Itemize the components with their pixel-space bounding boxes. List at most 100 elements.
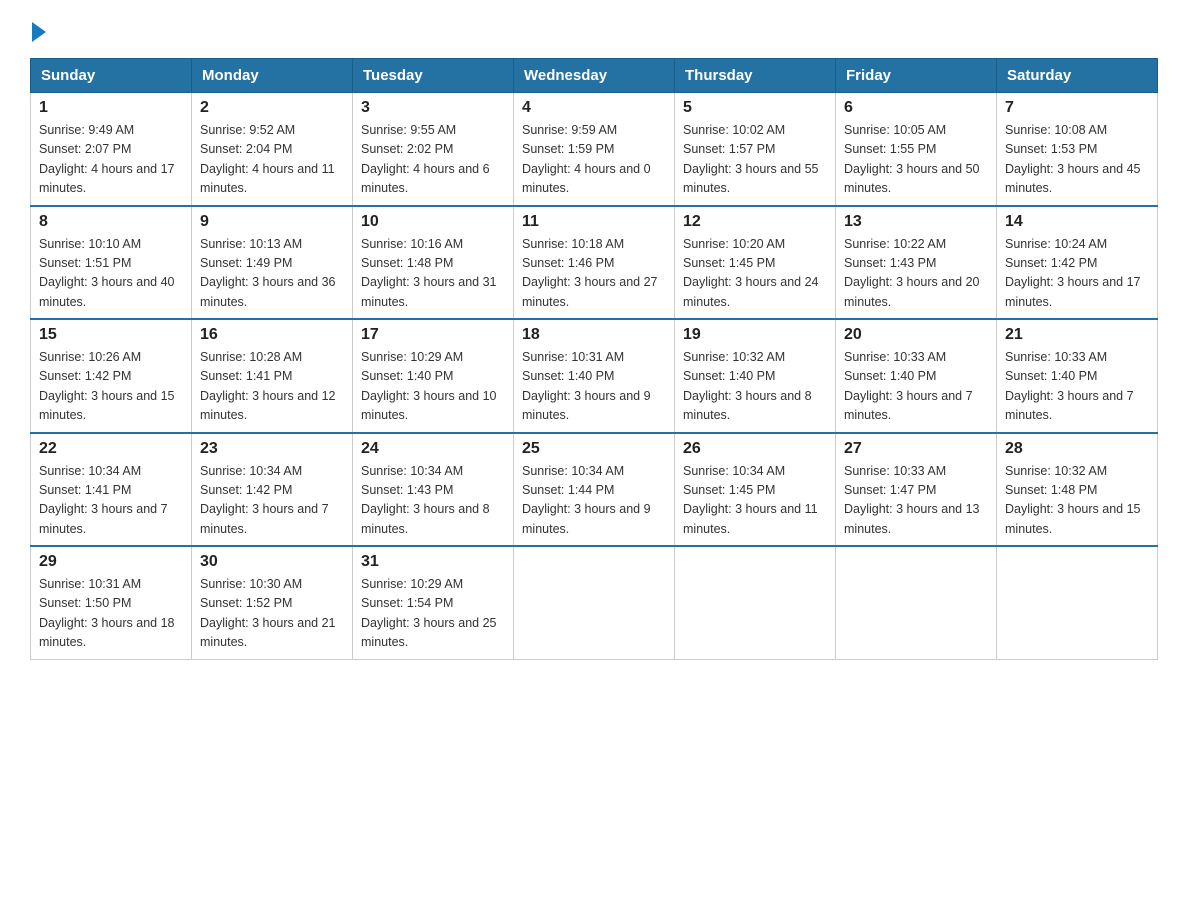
day-info: Sunrise: 10:24 AMSunset: 1:42 PMDaylight…	[1005, 237, 1141, 309]
col-header-tuesday: Tuesday	[353, 59, 514, 93]
day-number: 16	[200, 326, 344, 344]
calendar-cell: 4 Sunrise: 9:59 AMSunset: 1:59 PMDayligh…	[514, 93, 675, 206]
calendar-week-row: 8 Sunrise: 10:10 AMSunset: 1:51 PMDaylig…	[31, 206, 1158, 320]
calendar-cell: 3 Sunrise: 9:55 AMSunset: 2:02 PMDayligh…	[353, 93, 514, 206]
day-number: 27	[844, 440, 988, 458]
day-number: 31	[361, 553, 505, 571]
page-header	[30, 20, 1158, 40]
day-info: Sunrise: 10:29 AMSunset: 1:40 PMDaylight…	[361, 350, 497, 422]
calendar-cell: 23 Sunrise: 10:34 AMSunset: 1:42 PMDayli…	[192, 433, 353, 547]
calendar-cell: 29 Sunrise: 10:31 AMSunset: 1:50 PMDayli…	[31, 546, 192, 659]
calendar-cell	[675, 546, 836, 659]
day-number: 11	[522, 213, 666, 231]
calendar-cell: 31 Sunrise: 10:29 AMSunset: 1:54 PMDayli…	[353, 546, 514, 659]
day-info: Sunrise: 10:29 AMSunset: 1:54 PMDaylight…	[361, 577, 497, 649]
calendar-week-row: 22 Sunrise: 10:34 AMSunset: 1:41 PMDayli…	[31, 433, 1158, 547]
calendar-cell: 16 Sunrise: 10:28 AMSunset: 1:41 PMDayli…	[192, 319, 353, 433]
day-number: 3	[361, 99, 505, 117]
day-number: 19	[683, 326, 827, 344]
day-number: 14	[1005, 213, 1149, 231]
calendar-header-row: SundayMondayTuesdayWednesdayThursdayFrid…	[31, 59, 1158, 93]
day-info: Sunrise: 10:02 AMSunset: 1:57 PMDaylight…	[683, 123, 819, 195]
day-number: 1	[39, 99, 183, 117]
calendar-cell: 14 Sunrise: 10:24 AMSunset: 1:42 PMDayli…	[997, 206, 1158, 320]
day-number: 25	[522, 440, 666, 458]
day-number: 18	[522, 326, 666, 344]
day-number: 15	[39, 326, 183, 344]
calendar-cell: 22 Sunrise: 10:34 AMSunset: 1:41 PMDayli…	[31, 433, 192, 547]
calendar-cell	[836, 546, 997, 659]
day-number: 23	[200, 440, 344, 458]
calendar-cell: 19 Sunrise: 10:32 AMSunset: 1:40 PMDayli…	[675, 319, 836, 433]
day-number: 5	[683, 99, 827, 117]
day-info: Sunrise: 10:26 AMSunset: 1:42 PMDaylight…	[39, 350, 175, 422]
day-number: 13	[844, 213, 988, 231]
day-info: Sunrise: 10:30 AMSunset: 1:52 PMDaylight…	[200, 577, 336, 649]
day-info: Sunrise: 10:33 AMSunset: 1:40 PMDaylight…	[844, 350, 973, 422]
day-info: Sunrise: 10:05 AMSunset: 1:55 PMDaylight…	[844, 123, 980, 195]
day-info: Sunrise: 10:31 AMSunset: 1:40 PMDaylight…	[522, 350, 651, 422]
day-number: 29	[39, 553, 183, 571]
calendar-cell: 8 Sunrise: 10:10 AMSunset: 1:51 PMDaylig…	[31, 206, 192, 320]
col-header-saturday: Saturday	[997, 59, 1158, 93]
day-info: Sunrise: 10:34 AMSunset: 1:45 PMDaylight…	[683, 464, 818, 536]
col-header-sunday: Sunday	[31, 59, 192, 93]
calendar-table: SundayMondayTuesdayWednesdayThursdayFrid…	[30, 58, 1158, 660]
calendar-week-row: 15 Sunrise: 10:26 AMSunset: 1:42 PMDayli…	[31, 319, 1158, 433]
calendar-cell: 15 Sunrise: 10:26 AMSunset: 1:42 PMDayli…	[31, 319, 192, 433]
day-number: 26	[683, 440, 827, 458]
calendar-cell: 5 Sunrise: 10:02 AMSunset: 1:57 PMDaylig…	[675, 93, 836, 206]
calendar-cell: 26 Sunrise: 10:34 AMSunset: 1:45 PMDayli…	[675, 433, 836, 547]
calendar-cell: 10 Sunrise: 10:16 AMSunset: 1:48 PMDayli…	[353, 206, 514, 320]
day-info: Sunrise: 9:49 AMSunset: 2:07 PMDaylight:…	[39, 123, 175, 195]
calendar-cell: 25 Sunrise: 10:34 AMSunset: 1:44 PMDayli…	[514, 433, 675, 547]
day-info: Sunrise: 10:20 AMSunset: 1:45 PMDaylight…	[683, 237, 819, 309]
day-info: Sunrise: 10:34 AMSunset: 1:41 PMDaylight…	[39, 464, 168, 536]
calendar-cell	[514, 546, 675, 659]
day-info: Sunrise: 10:34 AMSunset: 1:42 PMDaylight…	[200, 464, 329, 536]
day-info: Sunrise: 10:32 AMSunset: 1:48 PMDaylight…	[1005, 464, 1141, 536]
calendar-week-row: 29 Sunrise: 10:31 AMSunset: 1:50 PMDayli…	[31, 546, 1158, 659]
day-info: Sunrise: 10:32 AMSunset: 1:40 PMDaylight…	[683, 350, 812, 422]
day-number: 4	[522, 99, 666, 117]
day-info: Sunrise: 9:55 AMSunset: 2:02 PMDaylight:…	[361, 123, 490, 195]
day-info: Sunrise: 10:22 AMSunset: 1:43 PMDaylight…	[844, 237, 980, 309]
calendar-cell	[997, 546, 1158, 659]
day-number: 24	[361, 440, 505, 458]
calendar-cell: 18 Sunrise: 10:31 AMSunset: 1:40 PMDayli…	[514, 319, 675, 433]
day-info: Sunrise: 10:34 AMSunset: 1:43 PMDaylight…	[361, 464, 490, 536]
col-header-friday: Friday	[836, 59, 997, 93]
day-info: Sunrise: 10:34 AMSunset: 1:44 PMDaylight…	[522, 464, 651, 536]
day-number: 21	[1005, 326, 1149, 344]
calendar-cell: 1 Sunrise: 9:49 AMSunset: 2:07 PMDayligh…	[31, 93, 192, 206]
calendar-cell: 12 Sunrise: 10:20 AMSunset: 1:45 PMDayli…	[675, 206, 836, 320]
col-header-thursday: Thursday	[675, 59, 836, 93]
col-header-wednesday: Wednesday	[514, 59, 675, 93]
day-number: 7	[1005, 99, 1149, 117]
day-info: Sunrise: 10:16 AMSunset: 1:48 PMDaylight…	[361, 237, 497, 309]
calendar-cell: 21 Sunrise: 10:33 AMSunset: 1:40 PMDayli…	[997, 319, 1158, 433]
calendar-cell: 17 Sunrise: 10:29 AMSunset: 1:40 PMDayli…	[353, 319, 514, 433]
day-info: Sunrise: 10:31 AMSunset: 1:50 PMDaylight…	[39, 577, 175, 649]
day-number: 6	[844, 99, 988, 117]
calendar-cell: 2 Sunrise: 9:52 AMSunset: 2:04 PMDayligh…	[192, 93, 353, 206]
day-number: 22	[39, 440, 183, 458]
day-number: 9	[200, 213, 344, 231]
day-number: 28	[1005, 440, 1149, 458]
day-number: 2	[200, 99, 344, 117]
day-number: 12	[683, 213, 827, 231]
day-info: Sunrise: 9:59 AMSunset: 1:59 PMDaylight:…	[522, 123, 651, 195]
calendar-cell: 13 Sunrise: 10:22 AMSunset: 1:43 PMDayli…	[836, 206, 997, 320]
day-info: Sunrise: 10:10 AMSunset: 1:51 PMDaylight…	[39, 237, 175, 309]
day-info: Sunrise: 10:33 AMSunset: 1:47 PMDaylight…	[844, 464, 980, 536]
calendar-week-row: 1 Sunrise: 9:49 AMSunset: 2:07 PMDayligh…	[31, 93, 1158, 206]
logo-arrow-icon	[32, 22, 46, 42]
day-number: 8	[39, 213, 183, 231]
calendar-cell: 6 Sunrise: 10:05 AMSunset: 1:55 PMDaylig…	[836, 93, 997, 206]
calendar-cell: 9 Sunrise: 10:13 AMSunset: 1:49 PMDaylig…	[192, 206, 353, 320]
calendar-cell: 7 Sunrise: 10:08 AMSunset: 1:53 PMDaylig…	[997, 93, 1158, 206]
calendar-cell: 11 Sunrise: 10:18 AMSunset: 1:46 PMDayli…	[514, 206, 675, 320]
day-info: Sunrise: 10:28 AMSunset: 1:41 PMDaylight…	[200, 350, 336, 422]
day-info: Sunrise: 9:52 AMSunset: 2:04 PMDaylight:…	[200, 123, 335, 195]
day-number: 17	[361, 326, 505, 344]
